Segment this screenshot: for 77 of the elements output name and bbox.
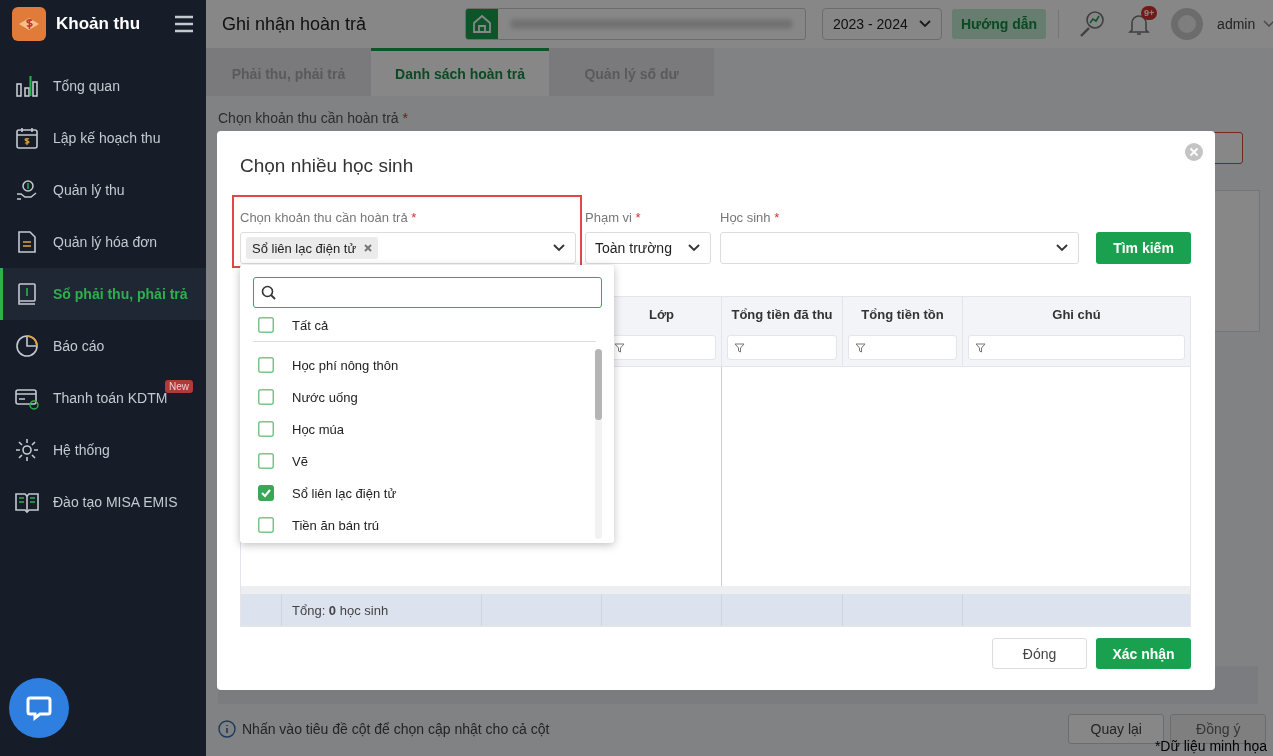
dialog-title: Chọn nhiều học sinh	[240, 154, 415, 178]
chat-button[interactable]	[9, 678, 69, 738]
field-label: Học sinh *	[720, 210, 781, 226]
school-field[interactable]	[465, 8, 806, 40]
app-title: Khoản thu	[56, 14, 142, 34]
filter-icon	[975, 342, 986, 353]
sidebar-item[interactable]: Báo cáo	[0, 320, 206, 372]
total-count: Tổng: 0 học sinh	[292, 602, 389, 618]
field-label: Chọn khoản thu cần hoàn trả *	[240, 210, 418, 226]
filter-icon	[855, 342, 866, 353]
option-item[interactable]: Học phí nông thôn	[253, 349, 590, 381]
sidebar-item[interactable]: Quản lý hóa đơn	[0, 216, 206, 268]
checkbox[interactable]	[258, 453, 274, 469]
checkbox[interactable]	[258, 517, 274, 533]
filter-field[interactable]	[727, 335, 837, 360]
open-book-icon	[15, 490, 39, 514]
filter-icon	[614, 342, 625, 353]
checkbox[interactable]	[258, 485, 274, 501]
checkbox[interactable]	[258, 421, 274, 437]
bar-chart-icon	[15, 74, 39, 98]
sidebar-item[interactable]: Sổ phải thu, phải trả	[0, 268, 206, 320]
document-icon	[15, 230, 39, 254]
menu-icon[interactable]	[174, 14, 194, 34]
option-item[interactable]: Vẽ	[253, 445, 590, 477]
notification-badge: 9+	[1141, 6, 1158, 20]
school-year-select[interactable]: 2023 - 2024	[822, 8, 942, 40]
sidebar-item[interactable]: Hệ thống	[0, 424, 206, 476]
bell-icon[interactable]	[1127, 12, 1152, 36]
calendar-icon	[15, 126, 39, 150]
sidebar-item[interactable]: Đào tạo MISA EMIS	[0, 476, 206, 528]
gear-icon	[15, 438, 39, 462]
option-item[interactable]: Nước uống	[253, 381, 590, 413]
option-item[interactable]: Học múa	[253, 413, 590, 445]
sidebar-item[interactable]: Thanh toán KDTM New	[0, 372, 206, 424]
search-icon	[261, 285, 276, 300]
chevron-down-icon	[688, 244, 700, 252]
pie-chart-icon	[15, 334, 39, 358]
filter-field[interactable]	[848, 335, 957, 360]
app-logo	[12, 7, 46, 41]
close-icon[interactable]	[1185, 143, 1203, 161]
option-item[interactable]: Tất cả	[253, 316, 602, 334]
search-field[interactable]	[253, 277, 602, 308]
sidebar-item[interactable]: Quản lý thu	[0, 164, 206, 216]
horizontal-scrollbar[interactable]	[241, 586, 1190, 594]
filter-icon	[734, 342, 745, 353]
info-icon	[218, 720, 236, 738]
checkbox[interactable]	[258, 317, 274, 333]
multi-select-field[interactable]: Sổ liên lạc điện tử	[240, 232, 576, 264]
chevron-down-icon	[553, 244, 565, 252]
filter-field[interactable]	[968, 335, 1185, 360]
sidebar-item[interactable]: Tổng quan	[0, 60, 206, 112]
field-label: Chọn khoản thu cần hoàn trả *	[218, 110, 409, 128]
checkbox[interactable]	[258, 357, 274, 373]
page-title: Ghi nhận hoàn trả	[222, 13, 368, 35]
card-icon	[15, 386, 39, 410]
chevron-down-icon	[919, 20, 931, 28]
close-button[interactable]: Đóng	[992, 638, 1087, 669]
coin-hand-icon	[15, 178, 39, 202]
hint-text: Nhấn vào tiêu đề cột để chọn cập nhật cho cả cột	[242, 721, 550, 737]
selected-tag: Sổ liên lạc điện tử	[246, 237, 379, 259]
checkbox[interactable]	[258, 389, 274, 405]
home-icon	[471, 13, 493, 35]
scrollbar-thumb[interactable]	[595, 349, 602, 420]
chevron-down-icon	[1056, 244, 1068, 252]
select-field[interactable]: Toàn trường	[585, 232, 711, 264]
field-label: Phạm vi *	[585, 210, 642, 226]
remove-icon[interactable]	[364, 244, 373, 252]
sidebar-item[interactable]: Lập kế hoạch thu	[0, 112, 206, 164]
chevron-down-icon	[1263, 20, 1273, 28]
ledger-icon	[15, 282, 39, 306]
option-item[interactable]: Sổ liên lạc điện tử	[253, 477, 590, 509]
avatar-icon	[1171, 8, 1204, 40]
select-field[interactable]	[720, 232, 1079, 264]
user-menu[interactable]: admin	[1211, 15, 1273, 33]
option-item[interactable]: Tiền ăn bán trú	[253, 509, 590, 541]
new-badge: New	[165, 380, 193, 393]
chat-bubble-icon	[25, 694, 53, 722]
